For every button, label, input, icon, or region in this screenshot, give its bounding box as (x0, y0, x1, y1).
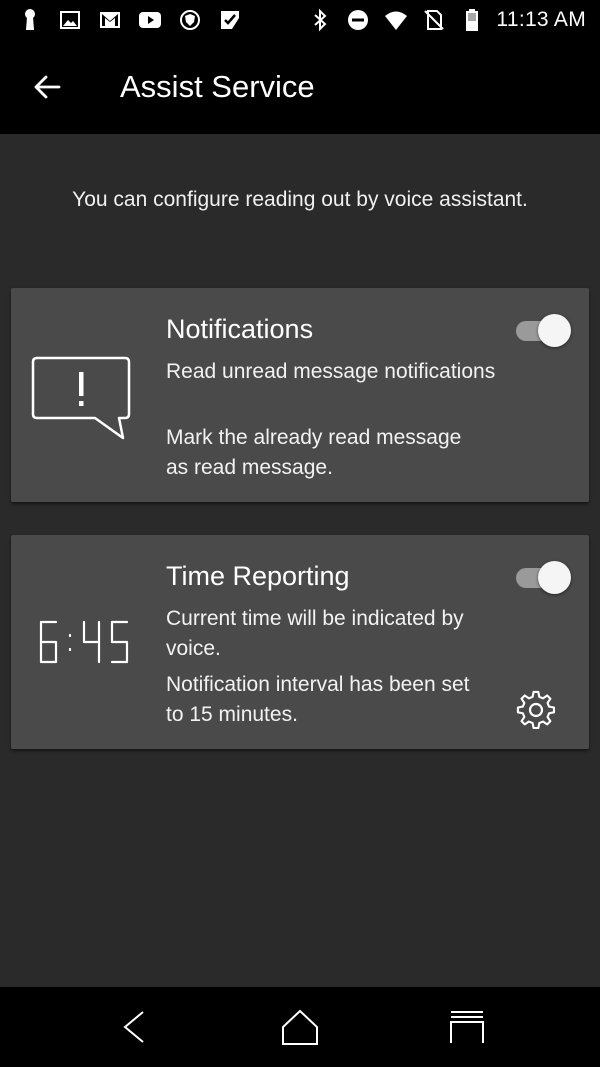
back-button[interactable] (19, 59, 75, 115)
notifications-card: Notifications Read unread message notifi… (11, 288, 589, 502)
shield-icon (178, 8, 202, 32)
status-bar: 11:13 AM (0, 0, 600, 40)
nav-recent-apps-button[interactable] (437, 1005, 497, 1049)
chat-alert-icon (31, 356, 135, 446)
arrow-left-icon (34, 75, 61, 99)
time-reporting-toggle[interactable] (516, 560, 571, 594)
bluetooth-icon (308, 8, 332, 32)
time-reporting-card: Time Reporting Current time will be indi… (11, 535, 589, 749)
notifications-title: Notifications (166, 314, 314, 344)
wifi-icon (384, 8, 408, 32)
chevron-left-icon (123, 1011, 144, 1043)
notifications-toggle[interactable] (516, 313, 571, 347)
navigation-bar (0, 987, 600, 1067)
home-icon (282, 1009, 318, 1045)
notifications-description-2: Mark the already read message as read me… (166, 426, 462, 479)
digital-clock-icon (38, 619, 130, 665)
nav-back-button[interactable] (104, 1005, 164, 1049)
app-bar: Assist Service (0, 40, 600, 134)
time-reporting-description-2: Notification interval has been set to 15… (166, 673, 470, 726)
gmail-icon (98, 8, 122, 32)
recent-apps-icon (450, 1011, 484, 1043)
toggle-thumb (538, 314, 571, 347)
no-sim-icon (422, 8, 446, 32)
status-right-icons: 11:13 AM (294, 8, 586, 32)
intro-text: You can configure reading out by voice a… (72, 188, 528, 211)
toggle-thumb (538, 561, 571, 594)
time-reporting-title: Time Reporting (166, 561, 350, 591)
notifications-description-1: Read unread message notifications (166, 360, 496, 383)
youtube-icon (138, 8, 162, 32)
time-reporting-description-1: Current time will be indicated by voice. (166, 607, 464, 660)
nav-home-button[interactable] (270, 1005, 330, 1049)
page-title: Assist Service (120, 69, 315, 104)
keyhole-icon (18, 8, 42, 32)
battery-icon (460, 8, 484, 32)
gear-icon (516, 690, 556, 730)
status-left-icons (18, 8, 258, 32)
status-time: 11:13 AM (496, 8, 586, 31)
time-reporting-settings-button[interactable] (514, 688, 558, 732)
image-icon (58, 8, 82, 32)
task-check-icon (218, 8, 242, 32)
do-not-disturb-icon (346, 8, 370, 32)
